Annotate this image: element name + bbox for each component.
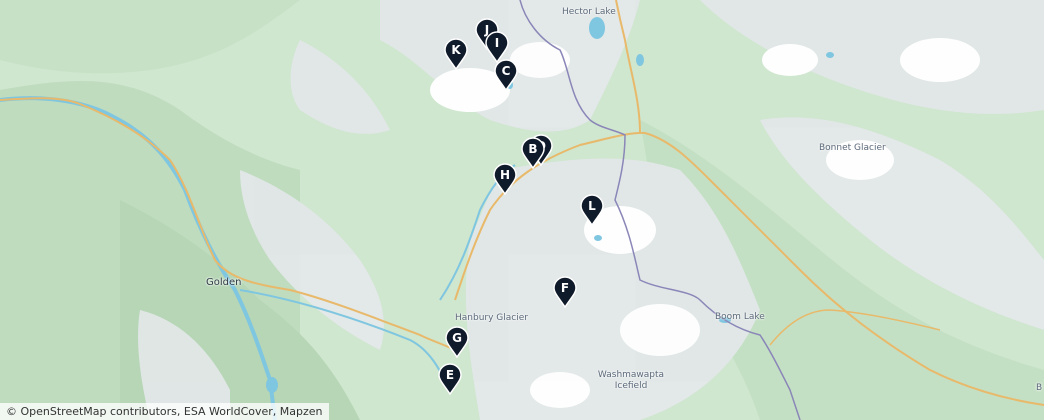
map-marker-e[interactable]: E xyxy=(437,363,463,395)
place-label-hector-lake: Hector Lake xyxy=(562,7,616,17)
map-marker-f[interactable]: F xyxy=(552,276,578,308)
marker-label: H xyxy=(499,168,511,182)
place-label-washmawapta-icefield: Washmawapta Icefield xyxy=(597,370,665,391)
terrain-layer xyxy=(0,0,1044,420)
place-label-golden: Golden xyxy=(206,277,242,288)
map-marker-g[interactable]: G xyxy=(444,326,470,358)
map-marker-b[interactable]: B xyxy=(520,137,546,169)
marker-label: L xyxy=(588,199,596,213)
map-marker-h[interactable]: H xyxy=(492,163,518,195)
marker-label: G xyxy=(452,331,462,345)
marker-label: K xyxy=(451,43,461,57)
marker-label: C xyxy=(501,64,511,78)
map-marker-l[interactable]: L xyxy=(579,194,605,226)
marker-label: E xyxy=(445,368,455,382)
place-label-hanbury-glacier: Hanbury Glacier xyxy=(455,313,528,323)
place-label-bonnet-glacier: Bonnet Glacier xyxy=(819,143,886,153)
map-marker-c[interactable]: C xyxy=(493,59,519,91)
map-marker-k[interactable]: K xyxy=(443,38,469,70)
marker-label: F xyxy=(560,281,570,295)
map-canvas[interactable]: Hector Lake Golden Bonnet Glacier Hanbur… xyxy=(0,0,1044,420)
map-attribution: © OpenStreetMap contributors, ESA WorldC… xyxy=(0,403,329,420)
marker-label: I xyxy=(494,36,500,50)
place-label-boom-lake: Boom Lake xyxy=(715,312,765,322)
marker-label: B xyxy=(528,142,538,156)
place-label-edge: B xyxy=(1036,383,1043,393)
